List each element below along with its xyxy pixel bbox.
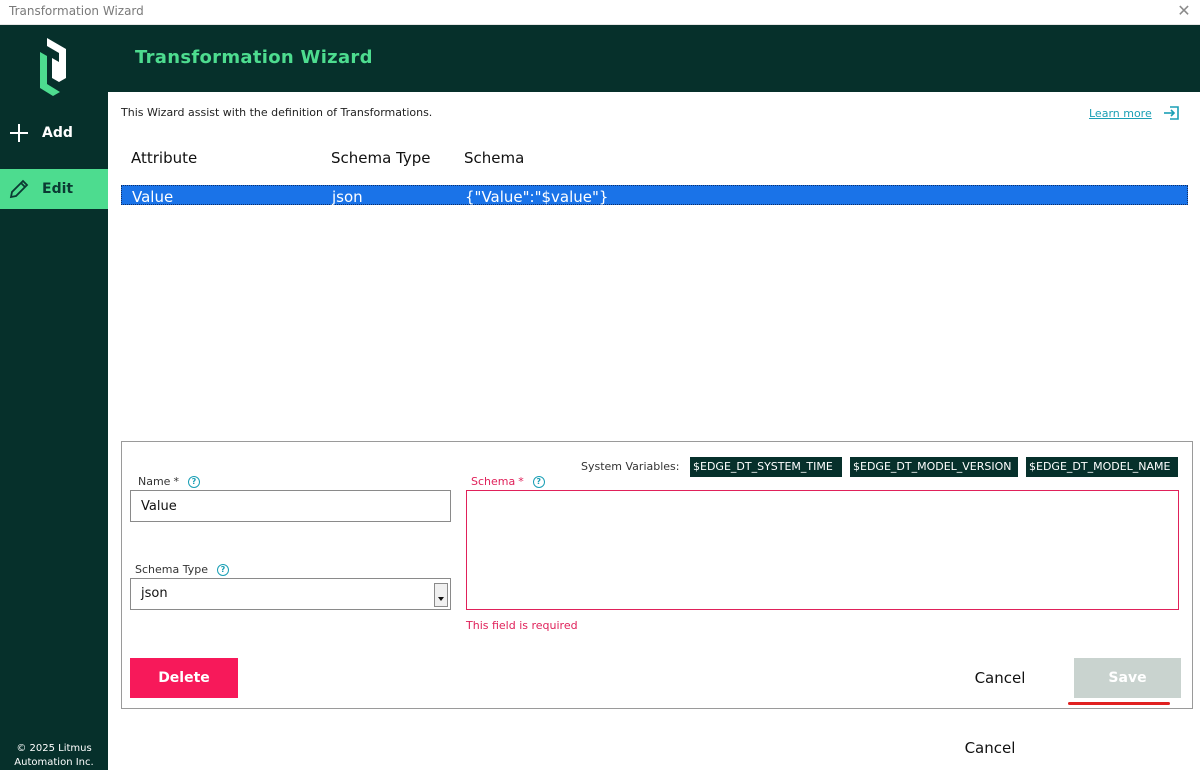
learn-more-label: Learn more — [1089, 106, 1152, 120]
save-button[interactable]: Save — [1074, 658, 1181, 698]
schema-label-text: Schema — [471, 475, 516, 488]
column-header-schema[interactable]: Schema — [464, 149, 524, 167]
column-header-schema-type[interactable]: Schema Type — [331, 149, 431, 167]
cell-schema: {"Value":"$value"} — [465, 188, 609, 206]
required-mark: * — [518, 475, 524, 488]
column-header-attribute[interactable]: Attribute — [131, 149, 197, 167]
sidebar-item-add[interactable]: Add — [0, 113, 108, 153]
help-icon[interactable]: ? — [217, 563, 229, 576]
system-variable-chip[interactable]: $EDGE_DT_SYSTEM_TIME — [690, 457, 842, 477]
edit-form-panel: System Variables: $EDGE_DT_SYSTEM_TIME $… — [121, 441, 1193, 709]
sidebar-item-label: Add — [42, 125, 73, 141]
learn-more-link[interactable]: Learn more — [1089, 105, 1180, 121]
save-highlight-underline — [1068, 702, 1170, 705]
name-label-text: Name — [138, 475, 171, 488]
required-mark: * — [173, 475, 179, 488]
help-icon[interactable]: ? — [532, 475, 545, 488]
close-icon[interactable]: ✕ — [1176, 1, 1192, 21]
schema-error-message: This field is required — [466, 619, 578, 632]
copyright-line: © 2025 Litmus — [16, 743, 92, 754]
help-icon[interactable]: ? — [187, 475, 200, 488]
cell-schema-type: json — [332, 188, 363, 206]
schema-type-label-text: Schema Type — [135, 563, 208, 576]
table-row[interactable]: Value json {"Value":"$value"} — [121, 185, 1188, 206]
cancel-button[interactable]: Cancel — [956, 658, 1044, 698]
page-header: Transformation Wizard — [108, 25, 1200, 92]
name-input[interactable] — [130, 490, 451, 522]
wizard-cancel-button[interactable]: Cancel — [940, 732, 1040, 764]
intro-text: This Wizard assist with the definition o… — [121, 106, 433, 119]
schema-label: Schema * ? — [471, 475, 545, 488]
chevron-down-icon[interactable] — [434, 583, 448, 607]
schema-type-value: json — [141, 586, 168, 601]
litmus-logo-icon — [40, 38, 66, 96]
schema-textarea[interactable] — [466, 490, 1179, 610]
sidebar-item-label: Edit — [42, 181, 74, 197]
sidebar-item-edit[interactable]: Edit — [0, 169, 108, 209]
sidebar: Add Edit © 2025 Litmus Automation Inc. — [0, 25, 108, 770]
name-label: Name * ? — [138, 475, 200, 488]
window-titlebar: Transformation Wizard ✕ — [0, 0, 1200, 25]
copyright: © 2025 Litmus Automation Inc. — [0, 742, 108, 770]
schema-type-select[interactable]: json — [130, 578, 451, 610]
external-link-icon — [1163, 106, 1179, 120]
system-variable-chip[interactable]: $EDGE_DT_MODEL_VERSION — [850, 457, 1018, 477]
delete-button[interactable]: Delete — [130, 658, 238, 698]
cell-attribute: Value — [132, 188, 174, 206]
copyright-line: Automation Inc. — [14, 757, 94, 768]
pencil-icon — [8, 178, 30, 200]
plus-icon — [8, 122, 30, 144]
table-header: Attribute Schema Type Schema — [121, 145, 1188, 171]
schema-type-label: Schema Type ? — [135, 563, 229, 576]
system-variables-label: System Variables: — [581, 460, 680, 473]
system-variable-chip[interactable]: $EDGE_DT_MODEL_NAME — [1026, 457, 1178, 477]
window-title: Transformation Wizard — [9, 4, 144, 18]
page-title: Transformation Wizard — [135, 47, 373, 68]
